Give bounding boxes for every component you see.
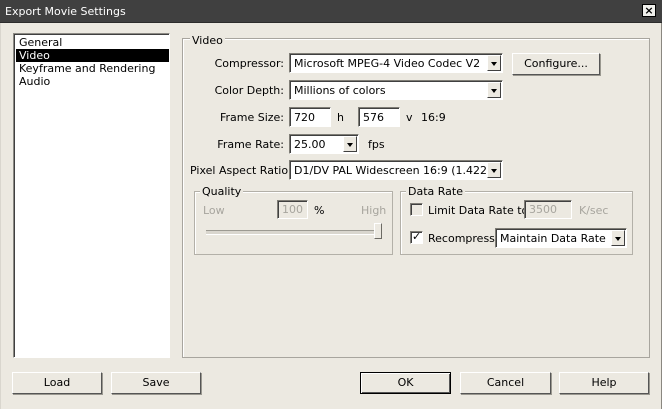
help-button[interactable]: Help	[559, 372, 649, 394]
frame-width-unit: h	[337, 111, 344, 124]
category-item-audio[interactable]: Audio	[16, 75, 53, 88]
frame-aspect-text: 16:9	[421, 111, 446, 124]
ok-button[interactable]: OK	[360, 372, 451, 394]
frame-size-label: Frame Size:	[219, 111, 284, 124]
quality-value-input[interactable]: 100	[277, 200, 308, 219]
category-item-keyframe-rendering[interactable]: Keyframe and Rendering	[16, 62, 158, 75]
frame-width-value: 720	[294, 111, 315, 124]
video-section-label: Video	[190, 34, 225, 47]
checkmark-icon: ✓	[412, 230, 422, 243]
quality-percent-label: %	[314, 204, 325, 217]
quality-value: 100	[282, 203, 303, 216]
frame-width-input[interactable]: 720	[289, 107, 331, 127]
chevron-down-icon[interactable]	[343, 136, 357, 152]
data-rate-group-label: Data Rate	[406, 185, 465, 198]
chevron-down-icon[interactable]	[487, 162, 501, 178]
close-icon: ×	[644, 4, 654, 17]
data-rate-unit: K/sec	[579, 204, 609, 217]
recompress-value: Maintain Data Rate	[500, 232, 606, 245]
color-depth-select[interactable]: Millions of colors	[289, 80, 503, 100]
limit-data-rate-checkbox[interactable]	[410, 203, 423, 216]
quality-high-label: High	[361, 204, 387, 217]
recompress-checkbox[interactable]: ✓	[410, 230, 423, 244]
limit-data-rate-input[interactable]: 3500	[524, 200, 572, 219]
save-button[interactable]: Save	[111, 372, 201, 394]
quality-slider-track[interactable]	[206, 230, 382, 235]
category-item-video[interactable]: Video	[16, 49, 169, 62]
pixel-aspect-label: Pixel Aspect Ratio:	[190, 164, 292, 177]
quality-low-label: Low	[203, 204, 225, 217]
recompress-label: Recompress:	[428, 232, 499, 245]
quality-slider-thumb[interactable]	[374, 223, 382, 239]
chevron-down-icon[interactable]	[487, 55, 501, 71]
frame-rate-label: Frame Rate:	[217, 138, 284, 151]
compressor-select[interactable]: Microsoft MPEG-4 Video Codec V2	[289, 53, 503, 73]
color-depth-value: Millions of colors	[294, 84, 386, 97]
cancel-button[interactable]: Cancel	[460, 372, 551, 394]
limit-data-rate-label: Limit Data Rate to:	[428, 204, 532, 217]
category-list[interactable]: General Video Keyframe and Rendering Aud…	[13, 33, 170, 358]
chevron-down-icon[interactable]	[487, 82, 501, 98]
recompress-select[interactable]: Maintain Data Rate	[495, 228, 627, 248]
pixel-aspect-value: D1/DV PAL Widescreen 16:9 (1.422)	[294, 164, 492, 177]
title-bar: Export Movie Settings ×	[0, 0, 662, 23]
close-button[interactable]: ×	[642, 4, 656, 17]
frame-height-value: 576	[363, 111, 384, 124]
frame-rate-value: 25.00	[294, 138, 326, 151]
limit-data-rate-value: 3500	[529, 203, 557, 216]
pixel-aspect-select[interactable]: D1/DV PAL Widescreen 16:9 (1.422)	[289, 160, 503, 180]
frame-rate-select[interactable]: 25.00	[289, 134, 359, 154]
category-item-general[interactable]: General	[16, 36, 65, 49]
compressor-value: Microsoft MPEG-4 Video Codec V2	[294, 57, 481, 70]
compressor-label: Compressor:	[214, 57, 284, 70]
load-button[interactable]: Load	[12, 372, 102, 394]
window-title: Export Movie Settings	[5, 5, 126, 18]
quality-group-label: Quality	[200, 185, 244, 198]
frame-height-input[interactable]: 576	[358, 107, 400, 127]
chevron-down-icon[interactable]	[611, 230, 625, 246]
color-depth-label: Color Depth:	[214, 84, 284, 97]
frame-height-unit: v	[406, 111, 413, 124]
configure-button[interactable]: Configure...	[512, 53, 600, 75]
fps-unit: fps	[368, 138, 385, 151]
